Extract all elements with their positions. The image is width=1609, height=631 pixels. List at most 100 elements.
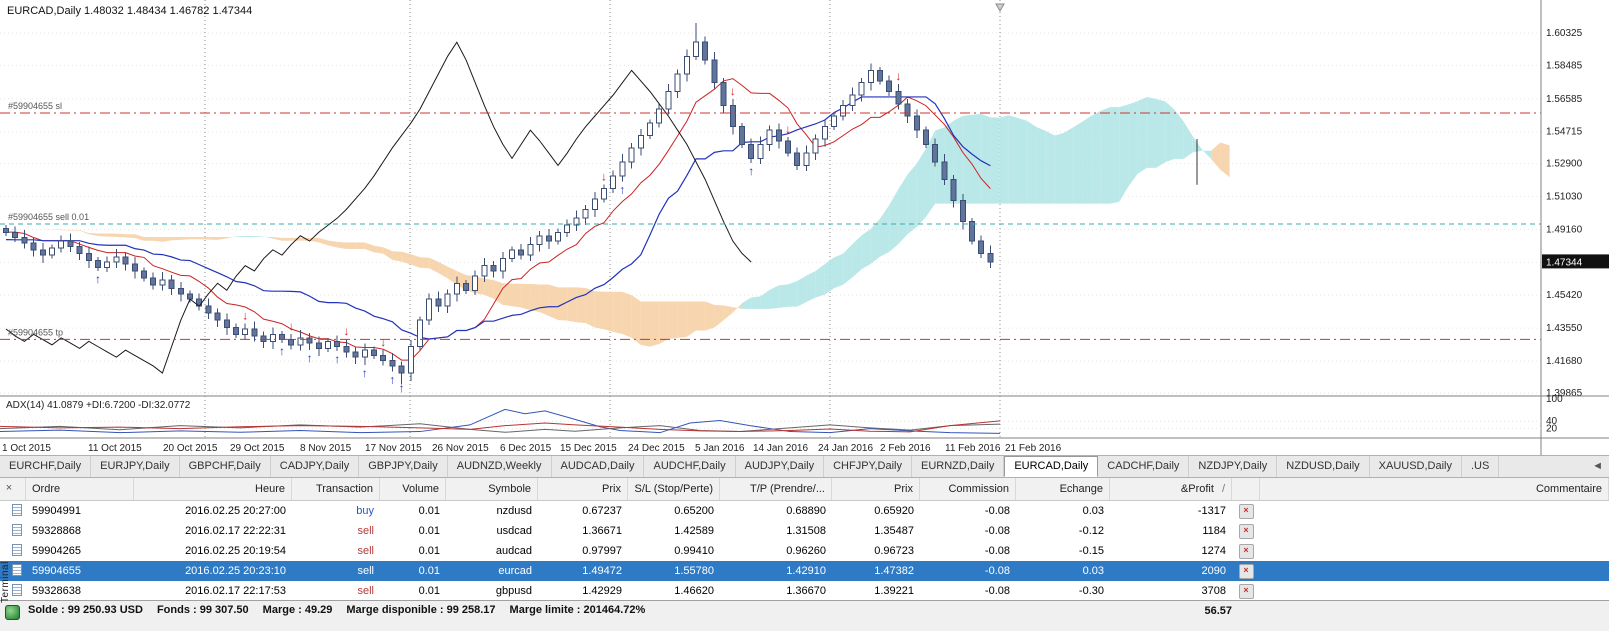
column-header-price2[interactable]: Prix — [832, 478, 920, 500]
column-header-order[interactable]: Ordre — [26, 478, 134, 500]
column-header-swap[interactable]: Echange — [1016, 478, 1110, 500]
order-tp: 0.96260 — [720, 541, 832, 561]
orders-header-row: OrdreHeureTransactionVolumeSymbolePrixS/… — [0, 478, 1609, 501]
order-swap: 0.03 — [1016, 561, 1110, 581]
order-price: 1.42929 — [538, 581, 628, 601]
order-price2: 0.96723 — [832, 541, 920, 561]
order-volume: 0.01 — [380, 501, 446, 521]
adx-scale-label: 100 — [1546, 394, 1563, 405]
order-profit: 1184 — [1110, 521, 1232, 541]
column-header-comment[interactable]: Commentaire — [1260, 478, 1609, 500]
chart-tab-us[interactable]: .US — [1462, 456, 1499, 477]
order-row-59328638[interactable]: 593286382016.02.17 22:17:53sell0.01gbpus… — [0, 581, 1609, 601]
date-axis-label: 8 Nov 2015 — [300, 443, 352, 454]
chart-tab-nzdjpy[interactable]: NZDJPY,Daily — [1189, 456, 1277, 477]
order-line-sell[interactable]: #59904655 sell 0.01 — [0, 212, 1541, 224]
order-line-sl[interactable]: #59904655 sl — [0, 101, 1541, 113]
date-axis-label: 26 Nov 2015 — [432, 443, 489, 454]
sell-arrow-icon: ↓ — [785, 122, 791, 136]
chart-tab-xauusd[interactable]: XAUUSD,Daily — [1370, 456, 1462, 477]
chart-tab-audnzd[interactable]: AUDNZD,Weekly — [448, 456, 552, 477]
order-commission: -0.08 — [920, 521, 1016, 541]
column-header-profit[interactable]: &Profit/ — [1110, 478, 1232, 500]
order-tp: 1.36670 — [720, 581, 832, 601]
order-order: 59904991 — [26, 501, 134, 521]
order-price2: 1.47382 — [832, 561, 920, 581]
chart-tab-audchf[interactable]: AUDCHF,Daily — [644, 456, 735, 477]
buy-arrow-icon: ↑ — [389, 373, 395, 387]
order-icon-cell — [0, 521, 26, 541]
chart-shift-marker-icon[interactable] — [996, 4, 1004, 11]
order-profit: 2090 — [1110, 561, 1232, 581]
order-order: 59904265 — [26, 541, 134, 561]
close-order-cell: × — [1232, 501, 1260, 521]
price-chart[interactable]: ↑↑↑↑↑↑↑↑↑↓↓↓↓↓↓↓↓#59904655 sl#59904655 s… — [0, 0, 1609, 455]
close-order-button[interactable]: × — [1239, 504, 1254, 519]
column-header-volume[interactable]: Volume — [380, 478, 446, 500]
order-icon — [12, 584, 22, 596]
order-line-label: #59904655 sell 0.01 — [8, 212, 89, 222]
terminal-side-tab[interactable]: Terminal — [0, 546, 13, 618]
close-order-button[interactable]: × — [1239, 524, 1254, 539]
date-axis-label: 1 Oct 2015 — [2, 443, 51, 454]
close-order-button[interactable]: × — [1239, 544, 1254, 559]
order-commission: -0.08 — [920, 541, 1016, 561]
chart-tab-audjpy[interactable]: AUDJPY,Daily — [736, 456, 825, 477]
order-row-59328868[interactable]: 593288682016.02.17 22:22:31sell0.01usdca… — [0, 521, 1609, 541]
order-time: 2016.02.17 22:17:53 — [134, 581, 292, 601]
chart-tab-eurnzd[interactable]: EURNZD,Daily — [912, 456, 1004, 477]
chart-tab-gbpchf[interactable]: GBPCHF,Daily — [180, 456, 271, 477]
status-segment: Solde : 99 250.93 USD — [28, 604, 143, 616]
order-price: 1.49472 — [538, 561, 628, 581]
chart-tab-cadjpy[interactable]: CADJPY,Daily — [271, 456, 360, 477]
chart-tab-cadchf[interactable]: CADCHF,Daily — [1098, 456, 1189, 477]
tab-scroll-left-icon[interactable]: ◄ — [1586, 456, 1609, 477]
orders-table-body: 599049912016.02.25 20:27:00buy0.01nzdusd… — [0, 501, 1609, 601]
sell-arrow-icon: ↓ — [895, 69, 901, 83]
chart-tab-gbpjpy[interactable]: GBPJPY,Daily — [359, 456, 448, 477]
metatrader-window: { "chart": { "title": "EURCAD,Daily 1.48… — [0, 0, 1609, 631]
order-price: 1.36671 — [538, 521, 628, 541]
order-volume: 0.01 — [380, 521, 446, 541]
order-row-59904991[interactable]: 599049912016.02.25 20:27:00buy0.01nzdusd… — [0, 501, 1609, 521]
column-header-sl[interactable]: S/L (Stop/Perte) — [628, 478, 720, 500]
order-tp: 1.31508 — [720, 521, 832, 541]
column-header-type[interactable]: Transaction — [292, 478, 380, 500]
order-swap: 0.03 — [1016, 501, 1110, 521]
chart-tab-eurcad[interactable]: EURCAD,Daily — [1004, 456, 1098, 477]
order-row-59904655[interactable]: 599046552016.02.25 20:23:10sell0.01eurca… — [0, 561, 1609, 581]
date-axis-label: 29 Oct 2015 — [230, 443, 285, 454]
order-row-59904265[interactable]: 599042652016.02.25 20:19:54sell0.01audca… — [0, 541, 1609, 561]
order-comment — [1260, 541, 1609, 561]
current-price-label: 1.47344 — [1546, 257, 1583, 268]
order-profit: -1317 — [1110, 501, 1232, 521]
close-order-button[interactable]: × — [1239, 584, 1254, 599]
column-header-tp[interactable]: T/P (Prendre/... — [720, 478, 832, 500]
order-price: 0.97997 — [538, 541, 628, 561]
close-order-button[interactable]: × — [1239, 564, 1254, 579]
order-volume: 0.01 — [380, 541, 446, 561]
column-header-time[interactable]: Heure — [134, 478, 292, 500]
order-line-tp[interactable]: #59904655 tp — [0, 327, 1541, 339]
status-segment: Marge limite : 201464.72% — [510, 604, 646, 616]
chart-tab-eurchf[interactable]: EURCHF,Daily — [0, 456, 91, 477]
order-price: 0.67237 — [538, 501, 628, 521]
candles-layer — [4, 23, 993, 385]
column-header-symbol[interactable]: Symbole — [446, 478, 538, 500]
chart-tab-nzdusd[interactable]: NZDUSD,Daily — [1277, 456, 1369, 477]
chart-tab-eurjpy[interactable]: EURJPY,Daily — [91, 456, 180, 477]
column-header-price[interactable]: Prix — [538, 478, 628, 500]
column-header-close[interactable] — [1232, 478, 1260, 500]
order-commission: -0.08 — [920, 501, 1016, 521]
date-axis-label: 2 Feb 2016 — [880, 443, 931, 454]
chart-grid — [0, 0, 1541, 437]
account-summary: Solde : 99 250.93 USD Fonds : 99 307.50 Ma… — [28, 604, 645, 616]
column-header-commission[interactable]: Commission — [920, 478, 1016, 500]
order-price2: 0.65920 — [832, 501, 920, 521]
sell-arrow-icon: ↓ — [380, 335, 386, 349]
order-symbol: usdcad — [446, 521, 538, 541]
chart-tab-audcad[interactable]: AUDCAD,Daily — [552, 456, 645, 477]
terminal-close-button[interactable]: × — [3, 482, 15, 494]
status-segment: Fonds : 99 307.50 — [157, 604, 249, 616]
chart-tab-chfjpy[interactable]: CHFJPY,Daily — [824, 456, 912, 477]
